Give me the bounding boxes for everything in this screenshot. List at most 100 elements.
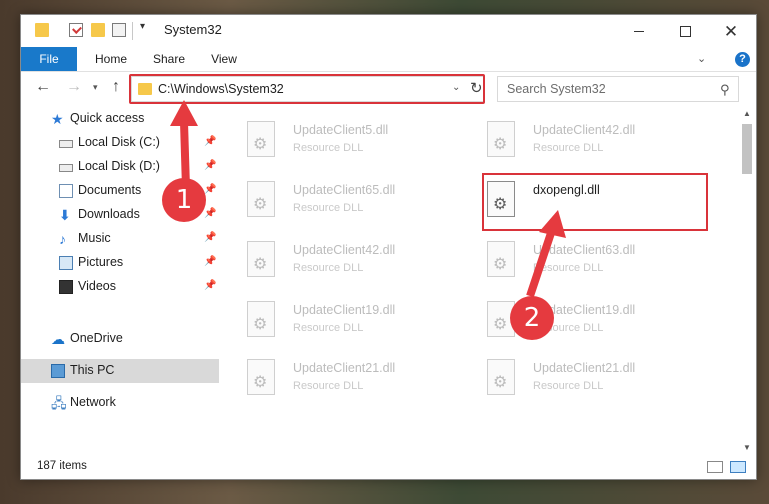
file-name: UpdateClient21.dll: [533, 361, 636, 375]
close-icon: ✕: [723, 21, 739, 41]
sidebar-item-label: Documents: [78, 183, 142, 197]
sidebar-item-videos[interactable]: Videos 📌: [21, 275, 219, 299]
forward-arrow-icon[interactable]: →: [66, 78, 82, 96]
pin-icon: 📌: [204, 256, 217, 267]
dll-file-icon: [487, 359, 515, 395]
search-input[interactable]: Search System32 ⚲: [497, 76, 739, 102]
chevron-down-icon[interactable]: ▾: [140, 21, 145, 32]
close-button[interactable]: ✕: [708, 15, 754, 47]
sidebar-item-label: Downloads: [78, 207, 140, 221]
expand-ribbon-icon[interactable]: ⌄: [697, 52, 706, 65]
address-bar-highlight: [129, 74, 485, 104]
file-item[interactable]: UpdateClient5.dll Resource DLL: [219, 115, 449, 165]
file-name: UpdateClient63.dll: [533, 243, 636, 257]
pin-icon: 📌: [204, 208, 217, 219]
dll-file-icon: [487, 121, 515, 157]
dll-file-icon: [247, 181, 275, 217]
sidebar-item-local-disk-d[interactable]: Local Disk (D:) 📌: [21, 155, 219, 179]
sidebar-item-pictures[interactable]: Pictures 📌: [21, 251, 219, 275]
file-item[interactable]: UpdateClient21.dll Resource DLL: [459, 353, 689, 403]
pictures-icon: [59, 256, 73, 270]
pin-icon: 📌: [204, 280, 217, 291]
minimize-button[interactable]: [616, 15, 662, 47]
file-name: UpdateClient5.dll: [293, 123, 389, 137]
help-icon[interactable]: ?: [735, 52, 750, 67]
drive-icon: [59, 164, 73, 172]
new-folder-icon[interactable]: [91, 23, 105, 37]
dll-file-icon: [247, 301, 275, 337]
sidebar-item-quick-access[interactable]: ★ Quick access: [21, 107, 219, 131]
sidebar-item-label: Local Disk (D:): [78, 159, 160, 173]
ribbon-tabs: File Home Share View ⌄ ?: [21, 47, 756, 72]
scroll-down-icon[interactable]: ▼: [743, 443, 751, 452]
properties-check-icon[interactable]: [69, 23, 83, 37]
sidebar-item-onedrive[interactable]: ☁ OneDrive: [21, 327, 219, 351]
file-type: Resource DLL: [533, 380, 604, 392]
navigation-pane: ★ Quick access Local Disk (C:) 📌 Local D…: [21, 107, 219, 457]
back-arrow-icon[interactable]: ←: [35, 78, 51, 96]
pin-icon: 📌: [204, 232, 217, 243]
documents-icon: [59, 184, 73, 198]
file-item[interactable]: UpdateClient63.dll Resource DLL: [459, 235, 689, 285]
file-type: Resource DLL: [293, 142, 364, 154]
cloud-icon: ☁: [51, 331, 65, 347]
folder-icon: [35, 23, 49, 37]
customize-quick-access-icon[interactable]: [112, 23, 126, 37]
title-bar: ▾ System32 ✕: [21, 15, 756, 47]
sidebar-item-label: OneDrive: [70, 331, 123, 345]
file-type: Resource DLL: [293, 380, 364, 392]
sidebar-item-network[interactable]: 🖧 Network: [21, 391, 219, 415]
large-icons-view-icon[interactable]: [730, 461, 746, 473]
sidebar-item-this-pc[interactable]: This PC: [21, 359, 219, 383]
videos-icon: [59, 280, 73, 294]
pin-icon: 📌: [204, 160, 217, 171]
file-name: UpdateClient19.dll: [293, 303, 396, 317]
scroll-thumb[interactable]: [742, 124, 752, 174]
up-arrow-icon[interactable]: ↑: [112, 78, 120, 96]
dll-file-icon: [247, 241, 275, 277]
file-item[interactable]: UpdateClient19.dll Resource DLL: [459, 295, 689, 345]
explorer-window: ▾ System32 ✕ File Home Share View ⌄ ? ← …: [20, 14, 757, 480]
tab-home[interactable]: Home: [86, 47, 136, 71]
step-marker-2: 2: [510, 296, 554, 340]
tab-file[interactable]: File: [21, 47, 77, 71]
file-type: Resource DLL: [533, 142, 604, 154]
step-marker-1: 1: [162, 178, 206, 222]
dll-file-icon: [247, 359, 275, 395]
dll-file-icon: [247, 121, 275, 157]
sidebar-item-label: Music: [78, 231, 111, 245]
file-item[interactable]: UpdateClient42.dll Resource DLL: [459, 115, 689, 165]
item-count: 187 items: [37, 460, 87, 472]
window-title: System32: [164, 22, 222, 37]
download-icon: ⬇: [59, 207, 71, 223]
file-type: Resource DLL: [533, 262, 604, 274]
maximize-icon: [679, 25, 691, 37]
toolbar-divider: [132, 22, 133, 40]
file-item[interactable]: UpdateClient21.dll Resource DLL: [219, 353, 449, 403]
file-item[interactable]: UpdateClient19.dll Resource DLL: [219, 295, 449, 345]
file-name: UpdateClient65.dll: [293, 183, 396, 197]
scroll-up-icon[interactable]: ▲: [743, 109, 751, 118]
tab-view[interactable]: View: [201, 47, 247, 71]
file-type: Resource DLL: [293, 322, 364, 334]
recent-locations-chevron-icon[interactable]: ▾: [93, 82, 98, 93]
sidebar-item-label: Local Disk (C:): [78, 135, 160, 149]
file-item[interactable]: UpdateClient42.dll Resource DLL: [219, 235, 449, 285]
details-view-icon[interactable]: [707, 461, 723, 473]
pin-icon: 📌: [204, 184, 217, 195]
pc-icon: [51, 364, 65, 378]
sidebar-item-local-disk-c[interactable]: Local Disk (C:) 📌: [21, 131, 219, 155]
file-item[interactable]: UpdateClient65.dll Resource DLL: [219, 175, 449, 225]
file-name: UpdateClient21.dll: [293, 361, 396, 375]
file-name: UpdateClient42.dll: [293, 243, 396, 257]
sidebar-item-label: Pictures: [78, 255, 124, 269]
maximize-button[interactable]: [662, 15, 708, 47]
tab-share[interactable]: Share: [144, 47, 194, 71]
sidebar-item-music[interactable]: ♪ Music 📌: [21, 227, 219, 251]
search-icon[interactable]: ⚲: [720, 82, 730, 98]
sidebar-item-label: Network: [70, 395, 116, 409]
vertical-scrollbar[interactable]: ▲ ▼: [739, 107, 756, 457]
sidebar-item-label: This PC: [70, 363, 115, 377]
dll-file-icon: [487, 241, 515, 277]
star-icon: ★: [51, 111, 64, 127]
